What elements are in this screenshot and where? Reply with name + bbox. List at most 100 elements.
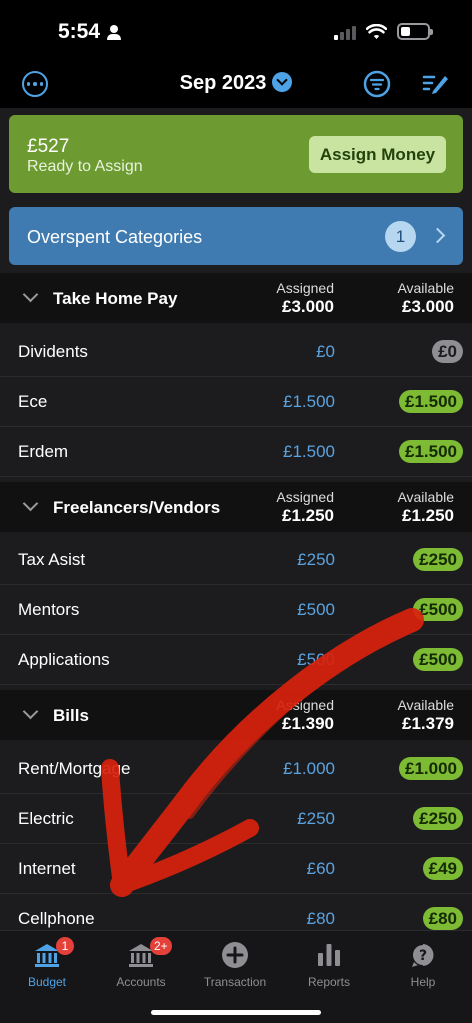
category-assigned[interactable]: £500 — [297, 600, 335, 620]
budget-badge: 1 — [56, 937, 74, 955]
category-available-pill[interactable]: £1.500 — [399, 390, 463, 413]
tab-label: Transaction — [203, 975, 267, 989]
overspent-count-badge: 1 — [385, 221, 416, 252]
category-name: Dividents — [18, 342, 88, 361]
available-total: £1.250 — [402, 506, 454, 525]
edit-button[interactable] — [420, 68, 452, 100]
category-row[interactable]: Dividents £0 £0 — [0, 327, 472, 377]
tab-label: Help — [410, 975, 436, 989]
category-name: Ece — [18, 392, 48, 411]
category-assigned[interactable]: £250 — [297, 550, 335, 570]
status-indicators — [334, 23, 433, 40]
assigned-total: £3.000 — [282, 297, 334, 316]
chevron-down-icon[interactable] — [22, 286, 39, 303]
category-assigned[interactable]: £1.500 — [283, 392, 335, 412]
category-assigned[interactable]: £1.500 — [283, 442, 335, 462]
category-group-take-home-pay[interactable]: Take Home Pay Assigned £3.000 Available … — [0, 273, 472, 323]
assigned-total: £1.390 — [282, 714, 334, 733]
category-assigned[interactable]: £500 — [297, 650, 335, 670]
chevron-down-icon[interactable] — [22, 495, 39, 512]
clock-text: 5:54 — [58, 20, 101, 43]
category-available-pill[interactable]: £500 — [413, 598, 463, 621]
available-caption: Available — [397, 280, 454, 296]
ready-label: Ready to Assign — [27, 158, 143, 175]
nav-bar: Sep 2023 — [0, 60, 472, 108]
group-assigned: Assigned £1.390 — [234, 697, 334, 734]
tab-bar: 1 Budget 2+ Accounts Transaction Reports — [0, 930, 472, 1023]
category-available-pill[interactable]: £1.000 — [399, 757, 463, 780]
category-name: Applications — [18, 650, 110, 669]
group-available: Available £3.000 — [354, 280, 454, 317]
category-name: Internet — [18, 859, 76, 878]
category-row[interactable]: Ece £1.500 £1.500 — [0, 377, 472, 427]
available-caption: Available — [397, 489, 454, 505]
category-name: Mentors — [18, 600, 80, 619]
wifi-icon — [366, 24, 387, 39]
category-name: Tax Asist — [18, 550, 86, 569]
assigned-caption: Assigned — [276, 280, 334, 296]
category-assigned[interactable]: £0 — [316, 342, 335, 362]
ready-amount: £527 — [27, 136, 70, 157]
status-bar: 5:54 — [0, 0, 472, 60]
overspent-label: Overspent Categories — [27, 227, 203, 247]
month-selector[interactable]: Sep 2023 — [0, 72, 472, 95]
category-name: Erdem — [18, 442, 69, 461]
edit-list-icon — [422, 75, 448, 94]
assigned-caption: Assigned — [276, 697, 334, 713]
category-row[interactable]: Rent/Mortgage £1.000 £1.000 — [0, 744, 472, 794]
home-indicator[interactable] — [151, 1010, 321, 1015]
category-row[interactable]: Tax Asist £250 £250 — [0, 535, 472, 585]
category-available-pill[interactable]: £49 — [422, 857, 463, 880]
person-icon — [107, 24, 122, 40]
category-assigned[interactable]: £1.000 — [283, 759, 335, 779]
chevron-down-icon — [272, 72, 293, 92]
help-icon: ? — [412, 944, 434, 967]
assigned-total: £1.250 — [282, 506, 334, 525]
chevron-down-icon[interactable] — [22, 703, 39, 720]
accounts-badge: 2+ — [150, 937, 172, 955]
month-label: Sep 2023 — [179, 72, 267, 94]
category-available-pill[interactable]: £500 — [413, 648, 463, 671]
group-available: Available £1.379 — [354, 697, 454, 734]
category-row[interactable]: Electric £250 £250 — [0, 794, 472, 844]
group-assigned: Assigned £3.000 — [234, 280, 334, 317]
category-group-freelancers-vendors[interactable]: Freelancers/Vendors Assigned £1.250 Avai… — [0, 482, 472, 532]
category-available-pill[interactable]: £250 — [413, 807, 463, 830]
filter-icon — [363, 70, 391, 98]
ready-to-assign-card: £527 Ready to Assign Assign Money — [9, 115, 463, 193]
group-name: Bills — [53, 706, 89, 725]
category-row[interactable]: Mentors £500 £500 — [0, 585, 472, 635]
category-available-pill[interactable]: £0 — [432, 340, 463, 363]
available-caption: Available — [397, 697, 454, 713]
group-name: Take Home Pay — [53, 289, 178, 308]
category-name: Rent/Mortgage — [18, 759, 131, 778]
assign-money-button[interactable]: Assign Money — [309, 136, 446, 173]
overspent-categories-banner[interactable]: Overspent Categories 1 — [9, 207, 463, 265]
tab-label: Reports — [307, 975, 351, 989]
category-row[interactable]: Erdem £1.500 £1.500 — [0, 427, 472, 477]
bar-chart-icon — [318, 944, 340, 966]
group-available: Available £1.250 — [354, 489, 454, 526]
category-name: Electric — [18, 809, 74, 828]
battery-icon — [397, 23, 433, 40]
category-row[interactable]: Internet £60 £49 — [0, 844, 472, 894]
category-available-pill[interactable]: £1.500 — [399, 440, 463, 463]
category-available-pill[interactable]: £80 — [422, 907, 463, 930]
category-assigned[interactable]: £80 — [307, 909, 335, 929]
category-assigned[interactable]: £250 — [297, 809, 335, 829]
signal-icon — [334, 25, 356, 40]
plus-circle-icon — [222, 942, 248, 968]
category-group-bills[interactable]: Bills Assigned £1.390 Available £1.379 — [0, 690, 472, 740]
category-assigned[interactable]: £60 — [307, 859, 335, 879]
category-available-pill[interactable]: £250 — [413, 548, 463, 571]
status-time: 5:54 — [58, 20, 122, 44]
tab-label: Accounts — [116, 975, 166, 989]
available-total: £1.379 — [402, 714, 454, 733]
category-name: Cellphone — [18, 909, 95, 928]
assigned-caption: Assigned — [276, 489, 334, 505]
filter-button[interactable] — [361, 68, 393, 100]
category-row[interactable]: Applications £500 £500 — [0, 635, 472, 685]
group-assigned: Assigned £1.250 — [234, 489, 334, 526]
svg-text:?: ? — [419, 948, 427, 964]
chevron-right-icon — [429, 227, 446, 244]
